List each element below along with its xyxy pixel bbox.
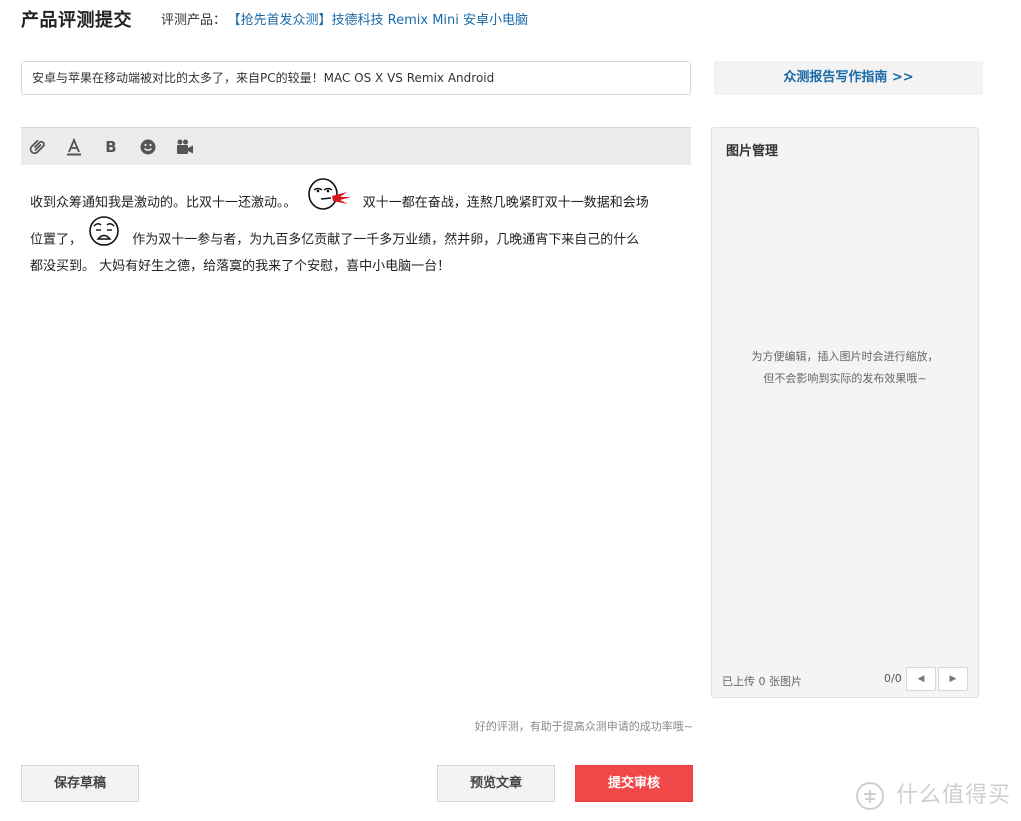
writing-guide-button[interactable]: 众测报告写作指南 >>	[714, 61, 983, 95]
image-manager-title: 图片管理	[726, 144, 779, 159]
hint-line: 但不会影响到实际的发布效果哦~	[763, 372, 927, 385]
submit-review-button[interactable]: 提交审核	[575, 765, 693, 802]
chevron-left-icon: ◀	[917, 674, 925, 684]
upload-count: 已上传 0 张图片	[722, 675, 802, 688]
editor-line: 收到众筹通知我是激动的。比双十一还激动。。 双十一都在奋战，连熬几晚紧盯双十一数…	[30, 177, 690, 215]
page-title: 产品评测提交	[21, 10, 132, 31]
attach-button[interactable]	[27, 136, 49, 158]
video-camera-icon	[177, 139, 193, 154]
emoji-button[interactable]	[137, 136, 159, 158]
editor-line: 位置了， 作为双十一参与者，为九百多亿贡献了一千多万业绩，然并卵，几晚通宵下来自…	[30, 215, 690, 253]
hint-line: 为方便编辑，插入图片时会进行缩放，	[751, 350, 939, 363]
next-page-button[interactable]: ▶	[938, 667, 968, 691]
helper-text: 好的评测，有助于提高众测申请的成功率哦~	[474, 720, 693, 733]
editor-text: 收到众筹通知我是激动的。比双十一还激动。。	[30, 195, 297, 211]
image-manager-hint: 为方便编辑，插入图片时会进行缩放， 但不会影响到实际的发布效果哦~	[712, 346, 978, 390]
editor-text: 位置了，	[30, 232, 83, 248]
product-line: 评测产品： 【抢先首发众测】技德科技 Remix Mini 安卓小电脑	[161, 9, 528, 28]
bold-button[interactable]: B	[100, 136, 122, 158]
video-button[interactable]	[174, 136, 196, 158]
editor-text: 双十一都在奋战，连熬几晚紧盯双十一数据和会场	[362, 195, 649, 211]
title-input[interactable]: 安卓与苹果在移动端被对比的太多了，来自PC的较量！MAC OS X VS Rem…	[21, 61, 691, 95]
text-color-icon	[67, 138, 81, 156]
smzdm-logo-icon	[856, 782, 884, 810]
product-link[interactable]: 【抢先首发众测】技德科技 Remix Mini 安卓小电脑	[234, 13, 528, 28]
editor-content[interactable]: 收到众筹通知我是激动的。比双十一还激动。。 双十一都在奋战，连熬几晚紧盯双十一数…	[30, 177, 690, 281]
image-manager-panel: 图片管理 为方便编辑，插入图片时会进行缩放， 但不会影响到实际的发布效果哦~ 已…	[711, 127, 979, 698]
paperclip-icon	[29, 139, 45, 155]
site-watermark: 什么值得买	[855, 776, 1011, 816]
bold-icon: B	[105, 138, 117, 156]
save-draft-button[interactable]: 保存草稿	[21, 765, 139, 802]
editor-toolbar: B	[21, 127, 691, 165]
prev-page-button[interactable]: ◀	[906, 667, 936, 691]
editor-line: 都没买到。 大妈有好生之德，给落寞的我来了个安慰，喜中小电脑一台！	[30, 253, 690, 281]
editor-text: 都没买到。 大妈有好生之德，给落寞的我来了个安慰，喜中小电脑一台！	[30, 259, 451, 274]
page-counter: 0/0	[884, 672, 902, 685]
rich-text-editor: B 收到众筹通知我是激动的。比双十一还激动。。 双十一都在奋战，连熬几晚紧盯双十…	[21, 127, 691, 712]
product-label: 评测产品：	[161, 13, 227, 28]
smiley-icon	[140, 139, 156, 155]
text-color-button[interactable]	[63, 136, 85, 158]
preview-button[interactable]: 预览文章	[437, 765, 555, 802]
watermark-text: 什么值得买	[896, 783, 1012, 808]
editor-text: 作为双十一参与者，为九百多亿贡献了一千多万业绩，然并卵，几晚通宵下来自己的什么	[132, 232, 640, 248]
chevron-right-icon: ▶	[949, 674, 957, 684]
